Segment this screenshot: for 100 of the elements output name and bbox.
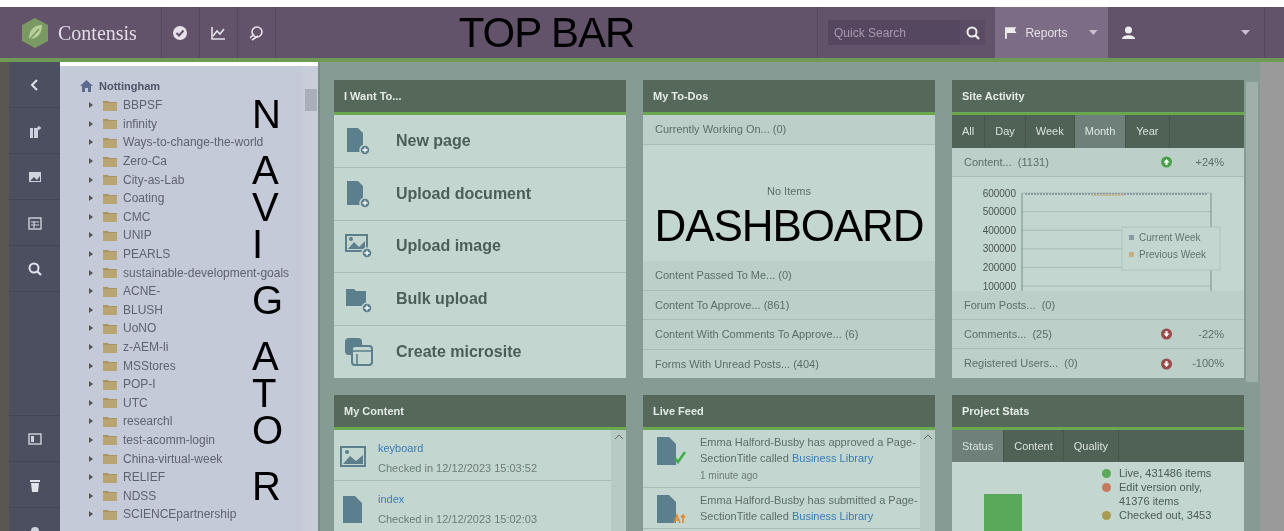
form-icon bbox=[27, 215, 42, 230]
search-icon bbox=[965, 25, 980, 40]
todo-row[interactable]: Currently Working On... (0) bbox=[643, 115, 935, 145]
axis-tick-label: 500000 bbox=[982, 206, 1016, 218]
feed-message: Emma Halford-Busby has approved a Page-SectionTitle called Business Library bbox=[700, 435, 917, 466]
scroll-up-icon bbox=[614, 434, 623, 439]
folder-icon bbox=[103, 471, 117, 483]
tree-item[interactable]: CMC bbox=[103, 207, 151, 226]
axis-tick-label: 300000 bbox=[982, 243, 1016, 255]
scrollbar[interactable] bbox=[920, 430, 935, 531]
tree-item[interactable]: infinity bbox=[103, 114, 157, 133]
tree-item[interactable]: researchl bbox=[103, 412, 173, 431]
scrollbar[interactable] bbox=[1244, 62, 1260, 531]
tree-item[interactable]: UNIP bbox=[103, 226, 152, 245]
scrollbar[interactable] bbox=[611, 430, 626, 531]
check-circle-icon bbox=[172, 24, 189, 41]
search-button[interactable] bbox=[960, 20, 985, 45]
folder-icon bbox=[103, 490, 117, 502]
trash-icon bbox=[27, 477, 42, 492]
period-tab[interactable]: Month bbox=[1074, 115, 1127, 148]
annotation-label: DASHBOARD bbox=[654, 203, 924, 248]
reports-menu[interactable]: Reports bbox=[995, 7, 1108, 58]
folder-icon bbox=[103, 267, 117, 279]
content-item[interactable]: index Checked in 12/12/2023 15:02:03 bbox=[334, 481, 611, 531]
panel-title: Live Feed bbox=[653, 403, 704, 419]
search-icon bbox=[27, 261, 42, 276]
tree-item[interactable]: Ways-to-change-the-world bbox=[103, 133, 264, 152]
folder-icon bbox=[103, 304, 117, 316]
scrollbar[interactable] bbox=[303, 66, 318, 531]
tree-item[interactable]: China-virtual-week bbox=[103, 449, 223, 468]
tree-item[interactable]: UoNO bbox=[103, 319, 157, 338]
tree-item[interactable]: z-AEM-li bbox=[103, 338, 169, 356]
folder-icon bbox=[103, 322, 117, 334]
tree-item[interactable]: UTC bbox=[103, 393, 148, 412]
folder-icon bbox=[103, 415, 117, 427]
action-item[interactable]: New page bbox=[334, 115, 626, 168]
action-item[interactable]: Upload document bbox=[334, 167, 626, 221]
caret-icon bbox=[1241, 30, 1250, 35]
home-icon bbox=[80, 80, 93, 92]
panel-title: I Want To... bbox=[344, 88, 402, 104]
content-link[interactable]: index bbox=[378, 491, 538, 508]
tree-item[interactable]: NDSS bbox=[103, 486, 157, 505]
annotation-label: TOP BAR bbox=[458, 11, 635, 54]
tree-item[interactable]: City-as-Lab bbox=[103, 170, 185, 189]
content-link[interactable]: keyboard bbox=[378, 440, 538, 457]
trend-down-icon bbox=[1161, 328, 1172, 340]
todo-row[interactable]: Content Passed To Me... (0) bbox=[643, 261, 935, 291]
flag-icon bbox=[1005, 26, 1018, 39]
tree-item[interactable]: RELIEF bbox=[103, 468, 165, 487]
page-link[interactable]: Business Library bbox=[791, 452, 874, 464]
folder-icon bbox=[103, 192, 117, 204]
percent-change: +24% bbox=[1194, 154, 1224, 170]
folder-icon bbox=[103, 99, 117, 111]
todo-row[interactable]: Forms With Unread Posts... (404) bbox=[643, 349, 935, 378]
panel-title: Site Activity bbox=[962, 88, 1025, 104]
legend-label: Checked out, 3453 bbox=[1119, 508, 1213, 522]
action-item[interactable]: Bulk upload bbox=[334, 273, 626, 327]
action-item[interactable]: Upload image bbox=[334, 220, 626, 274]
tree-item[interactable]: Coating bbox=[103, 189, 165, 208]
tree-item[interactable]: BBPSF bbox=[103, 96, 163, 115]
tree-item[interactable]: BLUSH bbox=[103, 300, 163, 319]
feed-message: Emma Halford-Busby has submitted a Page-SectionTitle called Business Library bbox=[700, 493, 919, 524]
annotation-letter: I bbox=[252, 226, 264, 263]
stats-tab[interactable]: Status bbox=[952, 430, 1005, 462]
action-item[interactable]: Create microsite bbox=[334, 326, 626, 378]
axis-tick-label: 600000 bbox=[982, 187, 1016, 199]
panel-title: Project Stats bbox=[962, 403, 1030, 419]
folder-icon bbox=[103, 508, 117, 520]
tree-item[interactable]: SCIENCEpartnership bbox=[103, 505, 237, 524]
tree-item[interactable]: sustainable-development-goals bbox=[103, 263, 290, 282]
content-item[interactable]: keyboard Checked in 12/12/2023 15:03:52 bbox=[334, 430, 611, 481]
folder-icon bbox=[103, 229, 117, 241]
legend-label: Edit version only, 41376 items bbox=[1119, 480, 1203, 508]
tree-item[interactable]: test-acomm-login bbox=[103, 431, 216, 449]
tree-root-label[interactable]: Nottingham bbox=[99, 77, 161, 95]
stat-label[interactable]: Registered Users... (0) bbox=[964, 355, 1078, 372]
axis-tick-label: 100000 bbox=[982, 280, 1016, 291]
axis-tick-label: 200000 bbox=[982, 261, 1016, 273]
folder-icon bbox=[103, 118, 117, 130]
folder-icon bbox=[103, 397, 117, 409]
folder-icon bbox=[103, 378, 117, 390]
leaf-logo-icon bbox=[20, 16, 50, 49]
tree-item[interactable]: MSStores bbox=[103, 356, 176, 375]
stat-label[interactable]: Comments... (25) bbox=[964, 325, 1053, 343]
search-field[interactable]: Quick Search bbox=[828, 20, 960, 45]
annotation-letter: A bbox=[252, 337, 279, 374]
stat-label[interactable]: Content... (1131) bbox=[964, 153, 1049, 171]
todo-row[interactable]: Content To Approve... (861) bbox=[643, 290, 935, 320]
tree-item[interactable]: Zero-Ca bbox=[103, 152, 167, 171]
todo-row[interactable]: Content With Comments To Approve... (6) bbox=[643, 320, 935, 350]
tree-item[interactable]: ACNE- bbox=[103, 282, 161, 301]
legend-label: Live, 431486 items bbox=[1119, 466, 1213, 480]
tree-item[interactable]: PEARLS bbox=[103, 245, 171, 264]
page-link[interactable]: Business Library bbox=[791, 510, 874, 522]
stat-label[interactable]: Forum Posts... (0) bbox=[964, 296, 1056, 314]
checked-in-time: Checked in 12/12/2023 15:03:52 bbox=[378, 460, 538, 476]
panel-icon bbox=[27, 431, 42, 446]
checked-in-time: Checked in 12/12/2023 15:02:03 bbox=[378, 511, 538, 527]
tree-item[interactable]: POP-I bbox=[103, 375, 156, 394]
folder-icon bbox=[103, 211, 117, 223]
